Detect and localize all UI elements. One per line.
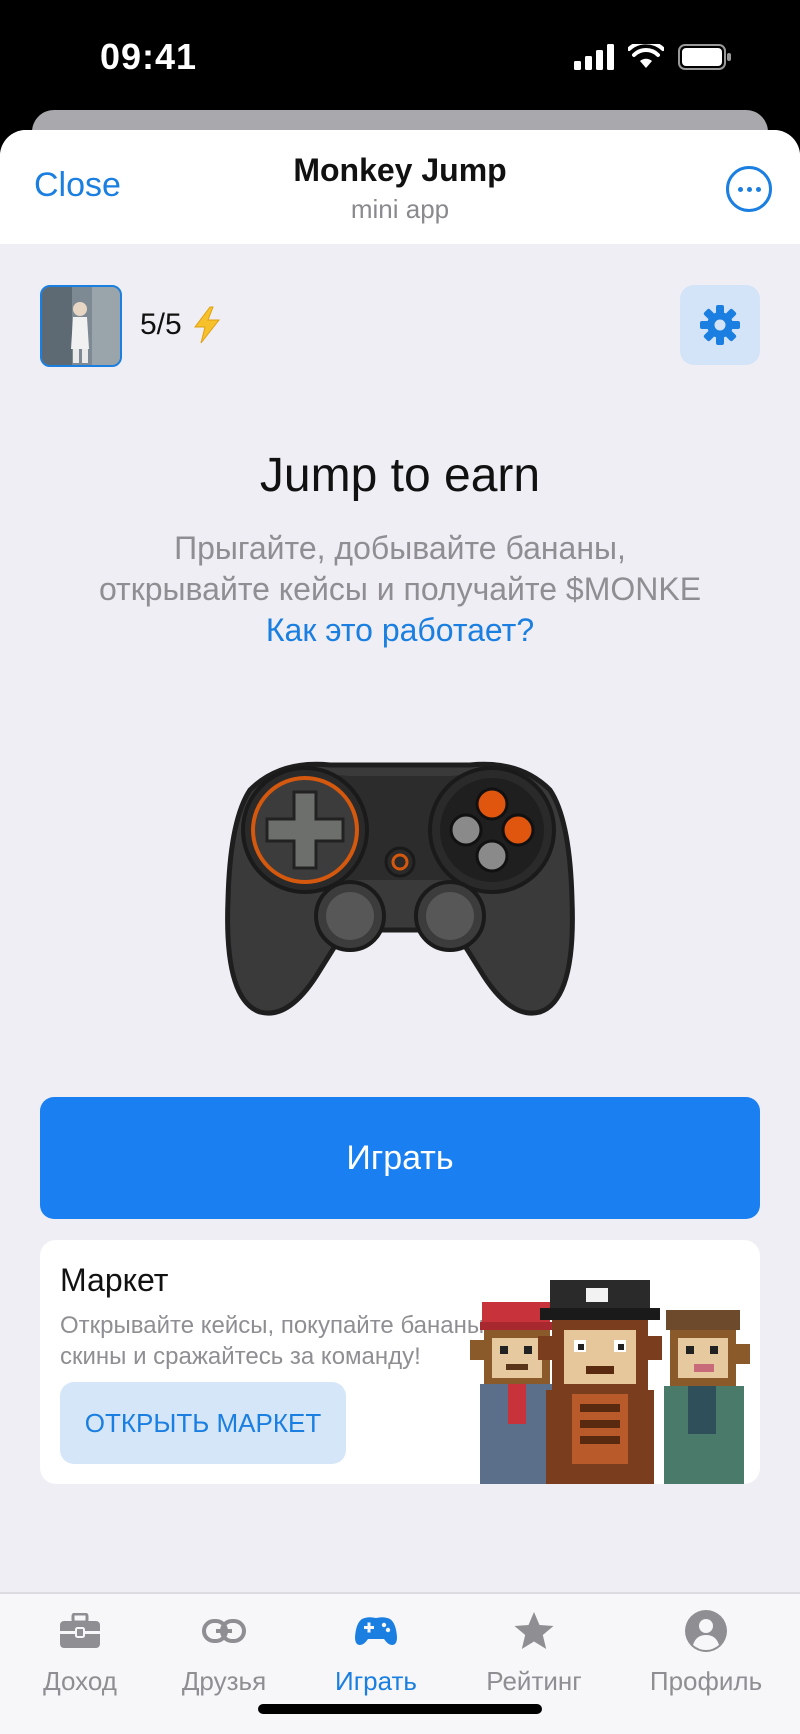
tab-profile[interactable]: Профиль: [626, 1606, 786, 1697]
gear-icon: [700, 305, 740, 345]
tab-label: Играть: [335, 1666, 417, 1696]
play-button[interactable]: Играть: [40, 1097, 760, 1219]
market-card: Маркет Открывайте кейсы, покупайте банан…: [40, 1240, 760, 1484]
hero-title: Jump to earn: [259, 449, 541, 502]
status-icons: [574, 44, 732, 70]
avatar[interactable]: [40, 285, 122, 367]
mini-app-sheet: Close Monkey Jump mini app 5/5 Jump to e…: [0, 130, 800, 1734]
battery-icon: [678, 44, 731, 70]
market-description-line: Открывайте кейсы, покупайте бананы,: [60, 1312, 491, 1339]
star-icon: [514, 1612, 554, 1649]
tab-label: Рейтинг: [486, 1666, 582, 1696]
gamepad-icon: [355, 1617, 397, 1645]
home-indicator: [258, 1704, 542, 1714]
hero-description-line: Прыгайте, добывайте бананы,: [174, 530, 626, 566]
market-title: Маркет: [60, 1262, 169, 1298]
tab-label: Доход: [43, 1666, 117, 1696]
tab-label: Профиль: [649, 1666, 763, 1696]
status-time: 09:41: [100, 36, 198, 77]
energy-counter: 5/5: [140, 306, 222, 344]
gamepad-illustration: [225, 761, 575, 1016]
how-it-works-link[interactable]: Как это работает?: [0, 612, 800, 649]
more-options-icon[interactable]: [726, 166, 772, 212]
cellular-signal-icon: [574, 44, 614, 70]
link-icon: [202, 1619, 246, 1643]
pixel-monkeys-illustration: [470, 1280, 750, 1484]
open-market-button[interactable]: ОТКРЫТЬ МАРКЕТ: [60, 1382, 346, 1464]
hero-description: Прыгайте, добывайте бананы, открывайте к…: [60, 528, 740, 610]
status-bar: 09:41: [0, 0, 800, 120]
hero-description-line: открывайте кейсы и получайте $MONKE: [98, 571, 702, 607]
tab-rating[interactable]: Рейтинг: [454, 1606, 614, 1697]
tab-bar: Доход Друзья Играть Рейтинг Профиль: [0, 1592, 800, 1734]
app-title: Monkey Jump: [293, 152, 507, 188]
wifi-icon: [628, 44, 664, 68]
tab-friends[interactable]: Друзья: [144, 1606, 304, 1697]
nav-bar: Close Monkey Jump mini app: [0, 130, 800, 244]
tab-label: Друзья: [181, 1666, 267, 1696]
tab-income[interactable]: Доход: [0, 1606, 160, 1697]
person-icon: [685, 1610, 727, 1652]
briefcase-icon: [60, 1613, 100, 1648]
settings-button[interactable]: [680, 285, 760, 365]
lightning-icon: [193, 306, 220, 344]
market-description-line: скины и сражайтесь за команду!: [60, 1343, 421, 1370]
energy-value: 5/5: [140, 308, 182, 341]
market-description: Открывайте кейсы, покупайте бананы, скин…: [60, 1310, 500, 1372]
app-subtitle: mini app: [350, 194, 450, 224]
tab-play[interactable]: Играть: [296, 1606, 456, 1697]
